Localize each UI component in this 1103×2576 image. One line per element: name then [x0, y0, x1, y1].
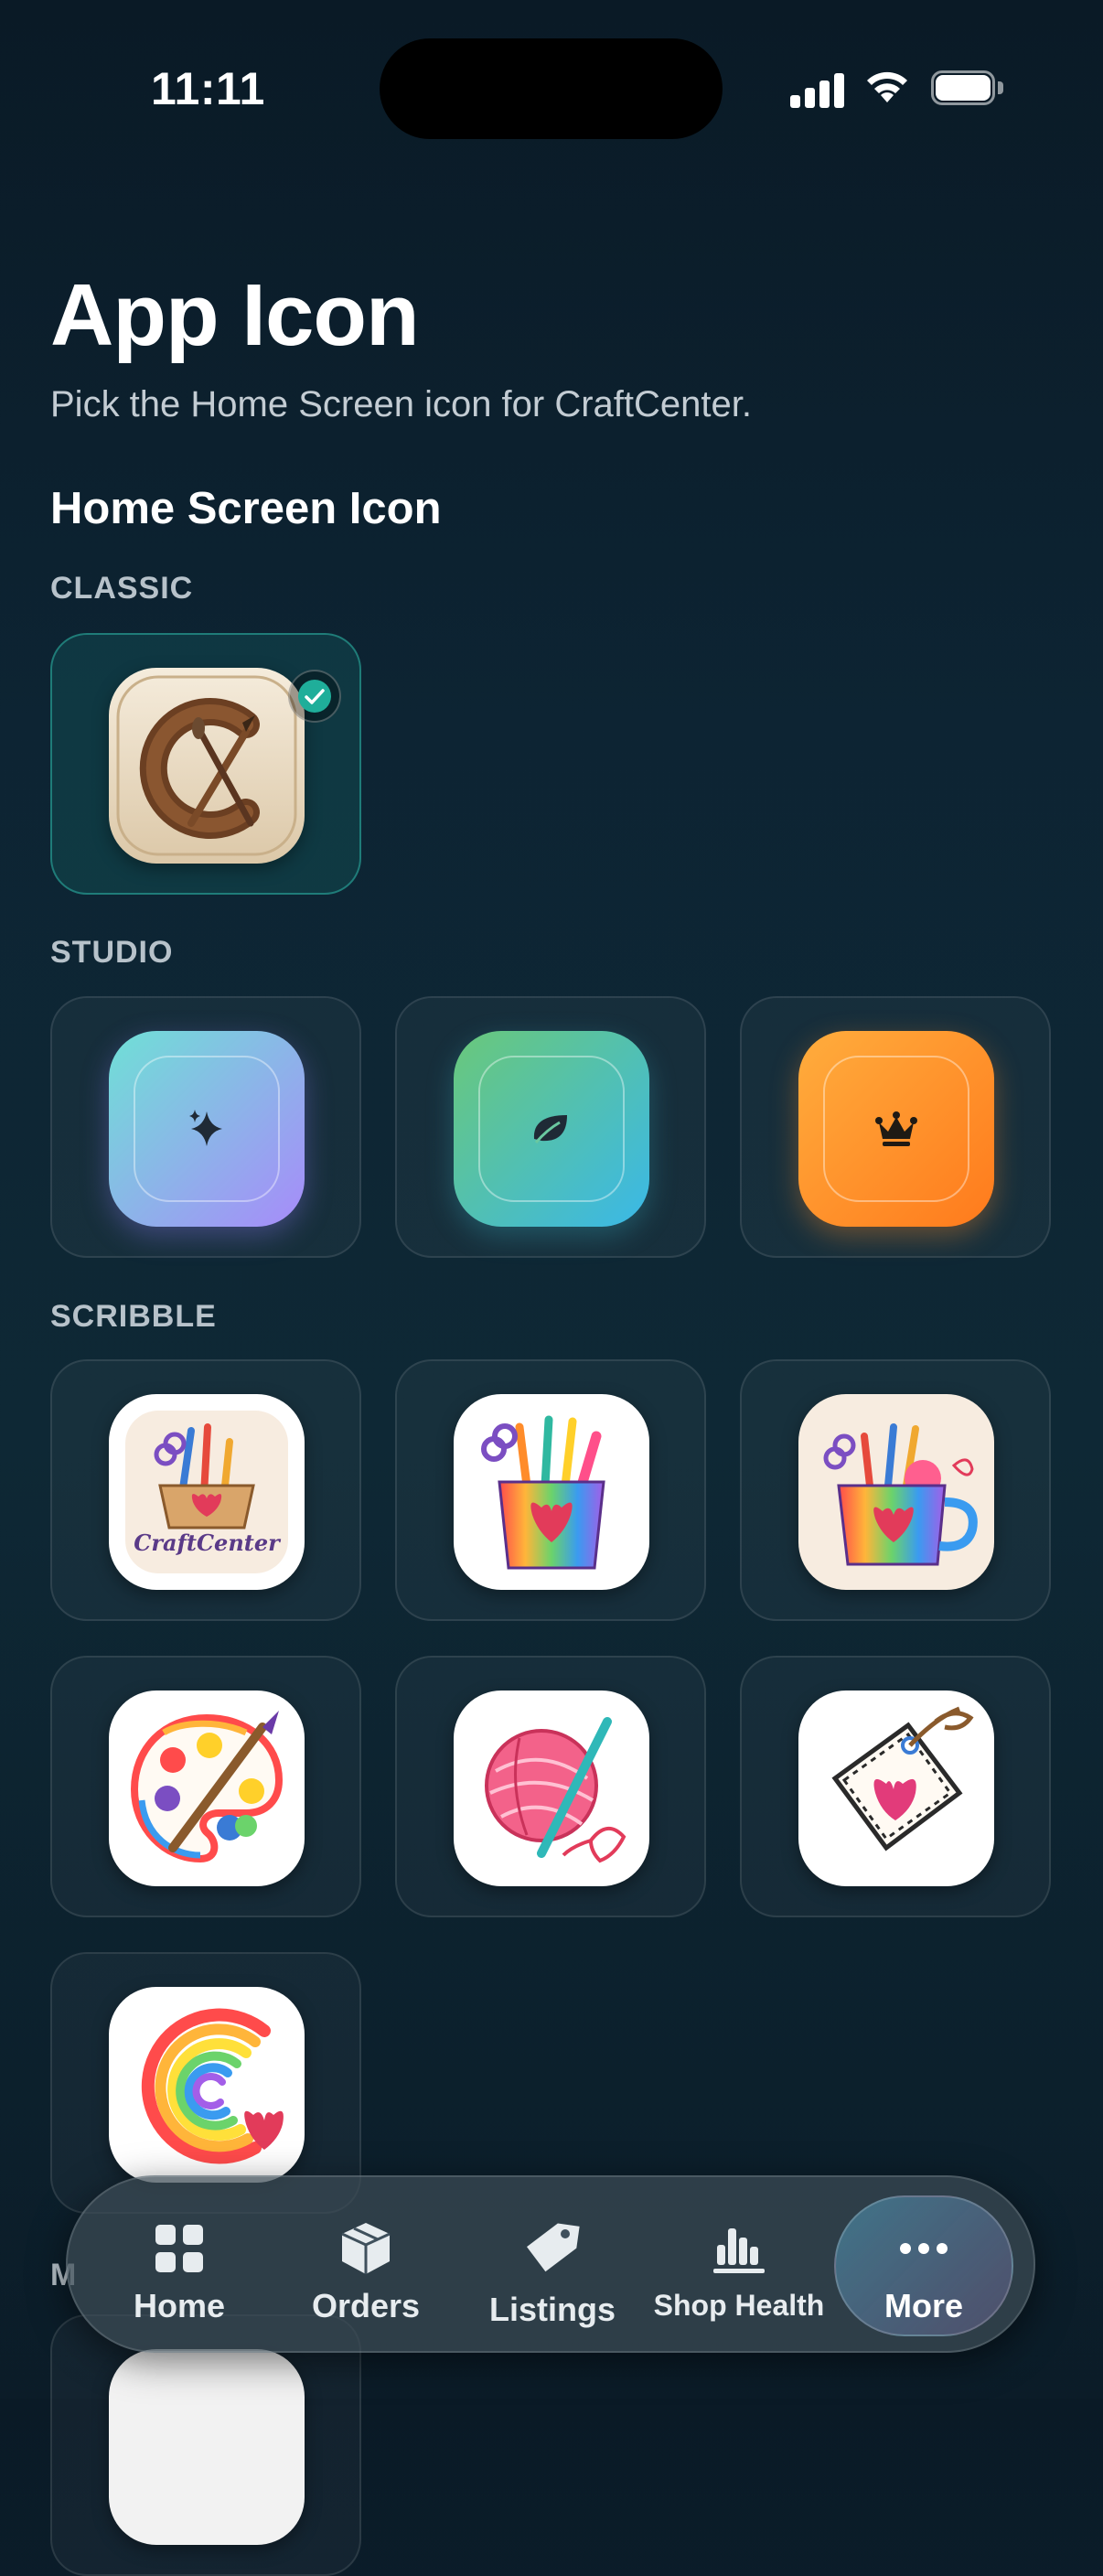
tab-more[interactable]: More [832, 2177, 1015, 2355]
icon-option-scribble-yarn[interactable] [395, 1656, 706, 1917]
sparkle-studio-icon [109, 1031, 305, 1227]
ellipsis-icon [900, 2243, 948, 2254]
heart-tag-icon [798, 1690, 994, 1886]
selected-check-icon [288, 670, 341, 723]
tab-label: Home [133, 2287, 226, 2324]
icon-option-scribble-tag[interactable] [740, 1656, 1051, 1917]
status-bar: 11:11 [0, 0, 1103, 183]
page-subtitle: Pick the Home Screen icon for CraftCente… [50, 384, 752, 424]
icon-option-studio-sparkle[interactable] [50, 996, 361, 1258]
rainbow-cup-icon [454, 1394, 649, 1590]
group-label-classic: CLASSIC [50, 571, 194, 606]
craftcenter-wordmark: CraftCenter [134, 1530, 280, 1556]
rainbow-c-heart-icon [109, 1987, 305, 2183]
tab-listings[interactable]: Listings [461, 2177, 644, 2355]
group-label-scribble: SCRIBBLE [50, 1299, 217, 1334]
grid-icon [155, 2225, 203, 2272]
icon-option-scribble-palette[interactable] [50, 1656, 361, 1917]
icon-option-studio-crown[interactable] [740, 996, 1051, 1258]
tab-label: Orders [311, 2287, 421, 2324]
status-time: 11:11 [151, 63, 265, 114]
leaf-studio-icon [454, 1031, 649, 1227]
icon-option-classic[interactable] [50, 633, 361, 895]
tab-orders[interactable]: Orders [274, 2177, 457, 2355]
icon-option-scribble-mug[interactable] [740, 1359, 1051, 1621]
icon-option-studio-leaf[interactable] [395, 996, 706, 1258]
wifi-icon [867, 71, 907, 102]
heart-mug-icon [798, 1394, 994, 1590]
tab-label: More [883, 2287, 963, 2324]
chart-icon [713, 2228, 765, 2273]
dynamic-island [380, 38, 723, 139]
icon-option-scribble-basket[interactable]: CraftCenter [50, 1359, 361, 1621]
craftcenter-basket-icon: CraftCenter [109, 1394, 305, 1590]
box-icon [341, 2223, 391, 2274]
cellular-signal-icon [790, 71, 845, 108]
tag-icon [526, 2223, 580, 2272]
page-title: App Icon [50, 266, 420, 364]
classic-monogram-icon [109, 668, 305, 864]
yarn-crochet-icon [454, 1690, 649, 1886]
battery-icon [931, 70, 1004, 105]
tab-bar: Home Orders Listings Shop Health More [66, 2175, 1035, 2353]
tab-shop-health[interactable]: Shop Health [648, 2177, 830, 2355]
tab-label: Shop Health [653, 2289, 825, 2322]
tab-label: Listings [488, 2291, 616, 2328]
icon-option-scribble-cup[interactable] [395, 1359, 706, 1621]
crown-studio-icon [798, 1031, 994, 1227]
section-title: Home Screen Icon [50, 484, 442, 533]
group-label-studio: STUDIO [50, 935, 174, 970]
tab-home[interactable]: Home [88, 2177, 271, 2355]
paint-palette-icon [109, 1690, 305, 1886]
partial-icon [109, 2349, 305, 2545]
